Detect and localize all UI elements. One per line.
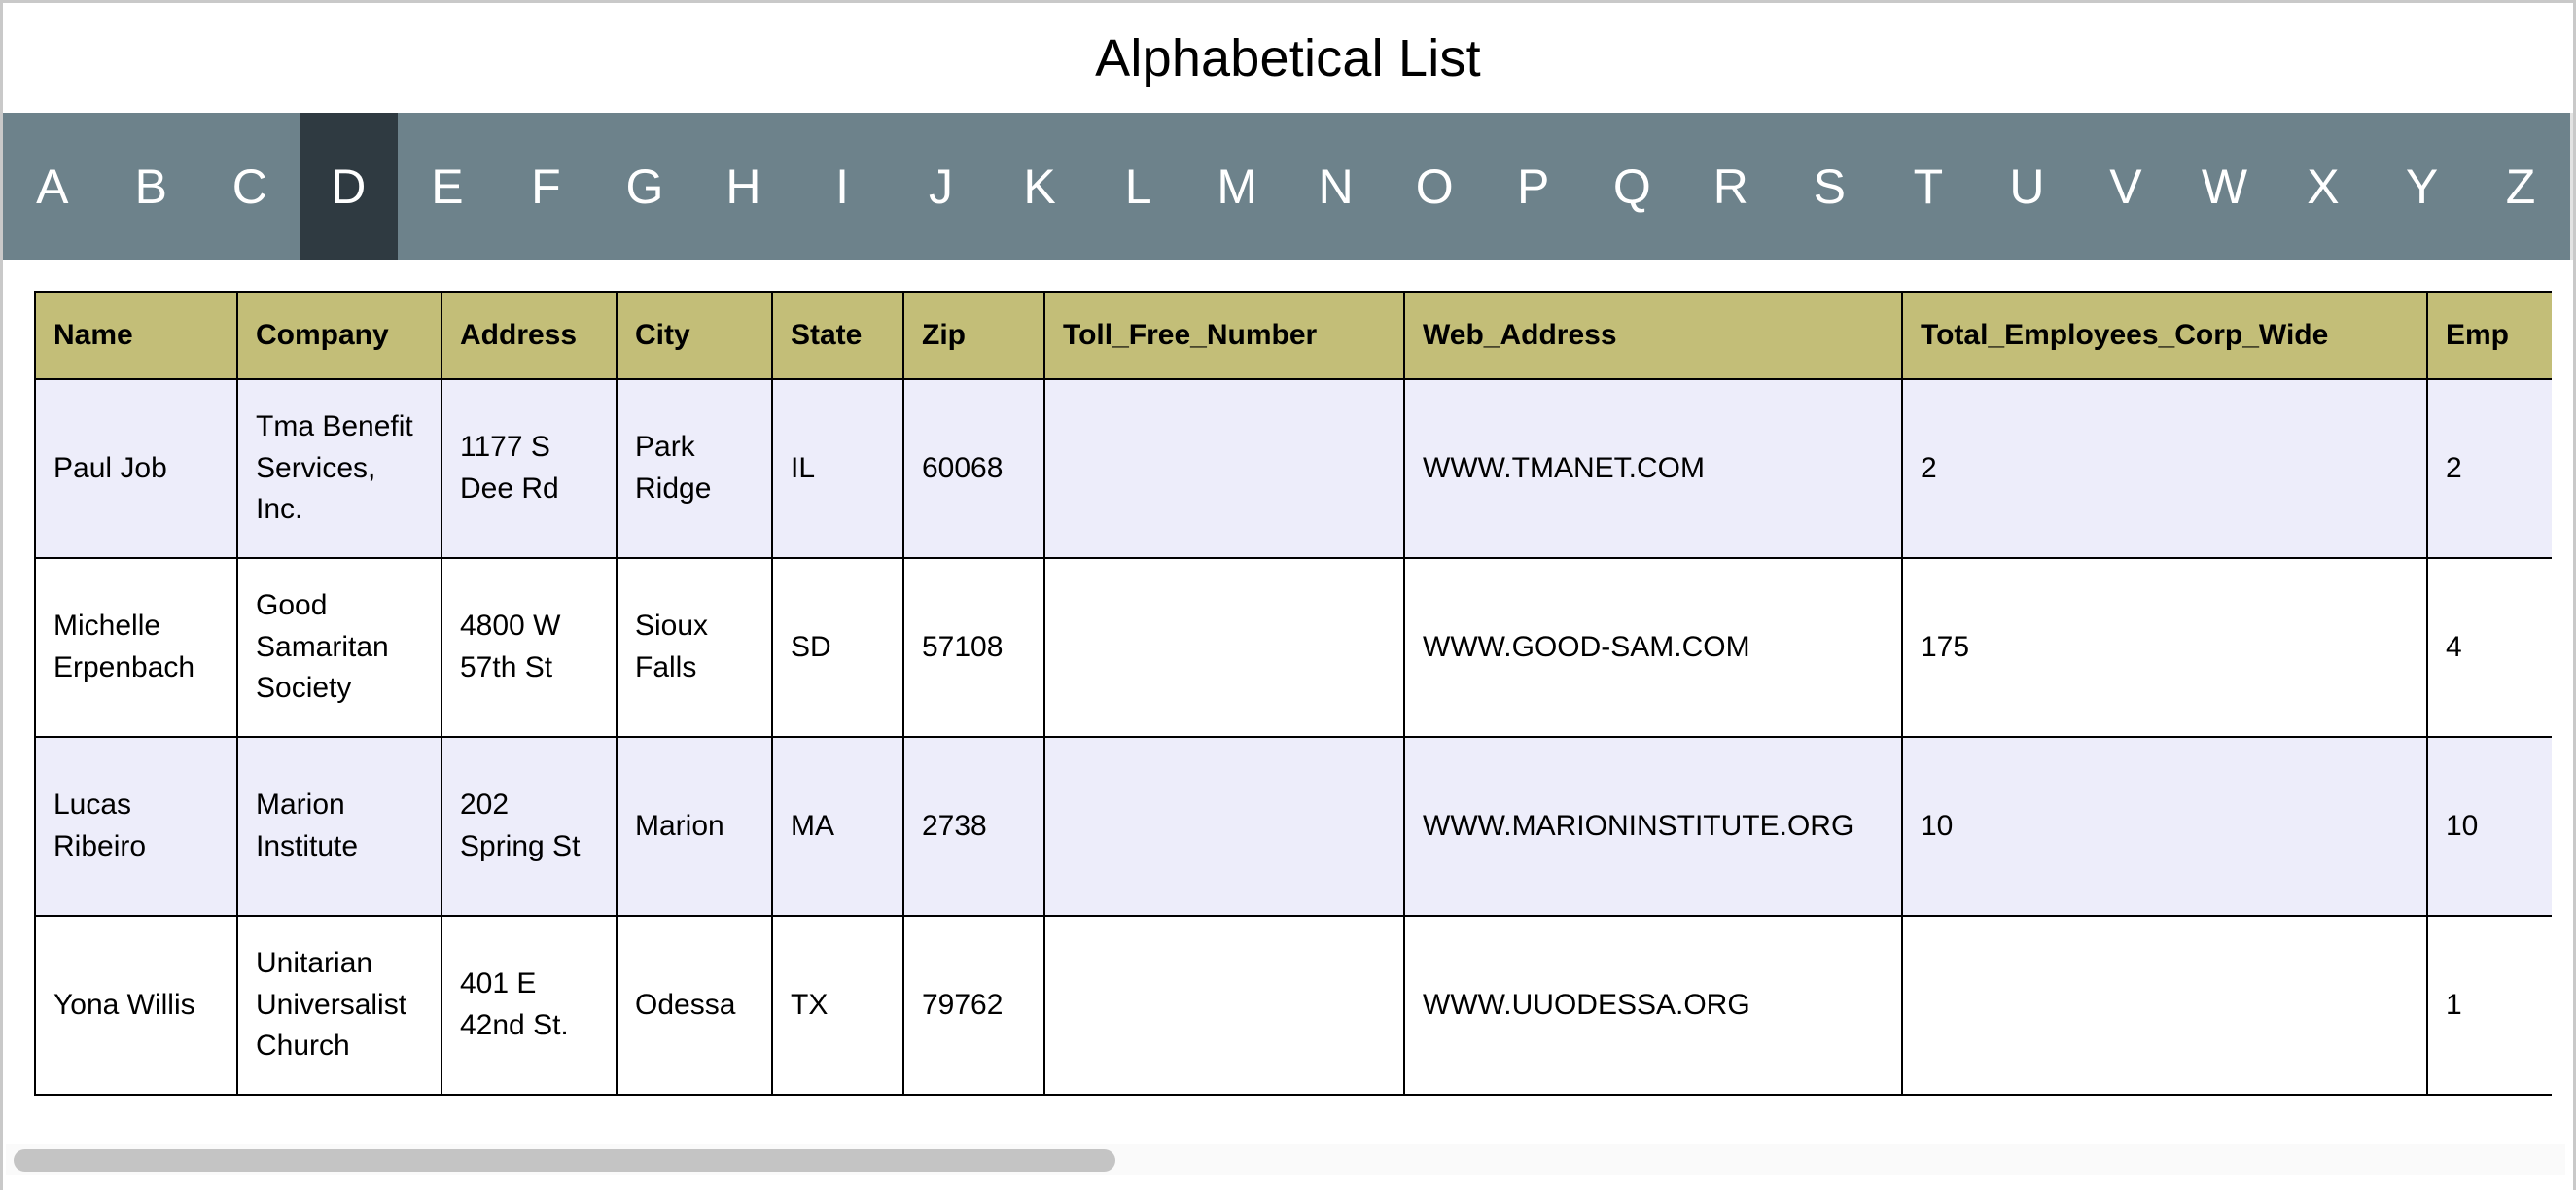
column-header-toll_free_number[interactable]: Toll_Free_Number: [1043, 291, 1405, 380]
alphabetical-list-page: Alphabetical List ABCDEFGHIJKLMNOPQRSTUV…: [0, 0, 2576, 1190]
column-header-total_employees_corp_wide[interactable]: Total_Employees_Corp_Wide: [1901, 291, 2428, 380]
cell-emp: 10: [2426, 736, 2552, 917]
cell-total-employees-corp-wide: [1901, 915, 2428, 1096]
alphabet-nav-item-e[interactable]: E: [398, 113, 497, 260]
column-header-emp[interactable]: Emp: [2426, 291, 2552, 380]
table-row[interactable]: Michelle Erpenbach Good Samaritan Society…: [34, 557, 2552, 738]
alphabet-nav-item-s[interactable]: S: [1781, 113, 1880, 260]
cell-toll-free-number: [1043, 378, 1405, 559]
cell-name: Yona Willis: [34, 915, 238, 1096]
scrollbar-track[interactable]: [6, 1147, 2565, 1172]
cell-name: Paul Job: [34, 378, 238, 559]
cell-zip: 60068: [902, 378, 1045, 559]
cell-address: 202 Spring St: [441, 736, 618, 917]
cell-web-address: WWW.GOOD-SAM.COM: [1403, 557, 1903, 738]
alphabet-nav-item-a[interactable]: A: [3, 113, 102, 260]
alphabet-nav-item-q[interactable]: Q: [1583, 113, 1682, 260]
cell-name: Lucas Ribeiro: [34, 736, 238, 917]
table-row[interactable]: Lucas Ribeiro Marion Institute 202 Spring …: [34, 736, 2552, 917]
alphabet-nav-item-u[interactable]: U: [1978, 113, 2077, 260]
alphabetical-list-table: Name Company Address City State Zip Toll_Free_…: [34, 291, 2552, 1096]
cell-total-employees-corp-wide: 2: [1901, 378, 2428, 559]
cell-state: SD: [771, 557, 904, 738]
cell-company: Unitarian Universalist Church: [236, 915, 442, 1096]
cell-city: Marion: [616, 736, 773, 917]
cell-zip: 2738: [902, 736, 1045, 917]
table-body: Paul Job Tma Benefit Services, Inc. 1177 S…: [34, 378, 2552, 1096]
alphabet-nav-item-k[interactable]: K: [990, 113, 1089, 260]
alphabet-nav-item-l[interactable]: L: [1089, 113, 1188, 260]
alphabet-nav[interactable]: ABCDEFGHIJKLMNOPQRSTUVWXYZ: [3, 113, 2573, 260]
table-row[interactable]: Yona Willis Unitarian Universalist Church…: [34, 915, 2552, 1096]
column-header-name[interactable]: Name: [34, 291, 238, 380]
table-scroll-region[interactable]: Name Company Address City State Zip Toll_Free_…: [34, 291, 2552, 1146]
alphabet-nav-item-i[interactable]: I: [793, 113, 892, 260]
column-header-state[interactable]: State: [771, 291, 904, 380]
alphabet-nav-item-d[interactable]: D: [299, 113, 399, 260]
cell-address: 401 E 42nd St.: [441, 915, 618, 1096]
cell-company: Good Samaritan Society: [236, 557, 442, 738]
page-title: Alphabetical List: [1095, 28, 1481, 88]
cell-state: MA: [771, 736, 904, 917]
table-header-row: Name Company Address City State Zip Toll_Free_…: [34, 291, 2552, 380]
table-header: Name Company Address City State Zip Toll_Free_…: [34, 291, 2552, 380]
cell-address: 4800 W 57th St: [441, 557, 618, 738]
alphabet-nav-item-t[interactable]: T: [1879, 113, 1978, 260]
alphabet-nav-item-x[interactable]: X: [2274, 113, 2373, 260]
cell-name: Michelle Erpenbach: [34, 557, 238, 738]
cell-state: IL: [771, 378, 904, 559]
column-header-web_address[interactable]: Web_Address: [1403, 291, 1903, 380]
horizontal-scrollbar[interactable]: [6, 1144, 2565, 1175]
cell-emp: 4: [2426, 557, 2552, 738]
cell-address: 1177 S Dee Rd: [441, 378, 618, 559]
alphabet-nav-item-c[interactable]: C: [200, 113, 300, 260]
alphabet-nav-item-j[interactable]: J: [892, 113, 991, 260]
alphabet-nav-item-f[interactable]: F: [497, 113, 596, 260]
cell-city: Odessa: [616, 915, 773, 1096]
cell-toll-free-number: [1043, 915, 1405, 1096]
cell-emp: 1: [2426, 915, 2552, 1096]
cell-total-employees-corp-wide: 10: [1901, 736, 2428, 917]
column-header-address[interactable]: Address: [441, 291, 618, 380]
column-header-company[interactable]: Company: [236, 291, 442, 380]
cell-city: Park Ridge: [616, 378, 773, 559]
alphabet-nav-item-g[interactable]: G: [595, 113, 694, 260]
alphabet-nav-item-r[interactable]: R: [1681, 113, 1781, 260]
scrollbar-thumb[interactable]: [14, 1149, 1115, 1172]
cell-zip: 79762: [902, 915, 1045, 1096]
cell-total-employees-corp-wide: 175: [1901, 557, 2428, 738]
alphabet-nav-item-o[interactable]: O: [1385, 113, 1484, 260]
cell-state: TX: [771, 915, 904, 1096]
cell-company: Marion Institute: [236, 736, 442, 917]
alphabet-nav-item-z[interactable]: Z: [2471, 113, 2570, 260]
cell-company: Tma Benefit Services, Inc.: [236, 378, 442, 559]
cell-toll-free-number: [1043, 557, 1405, 738]
column-header-zip[interactable]: Zip: [902, 291, 1045, 380]
cell-web-address: WWW.UUODESSA.ORG: [1403, 915, 1903, 1096]
cell-emp: 2: [2426, 378, 2552, 559]
cell-city: Sioux Falls: [616, 557, 773, 738]
alphabet-nav-item-v[interactable]: V: [2076, 113, 2175, 260]
alphabet-nav-item-h[interactable]: H: [694, 113, 794, 260]
cell-toll-free-number: [1043, 736, 1405, 917]
alphabet-nav-item-w[interactable]: W: [2175, 113, 2275, 260]
alphabet-nav-item-b[interactable]: B: [102, 113, 201, 260]
cell-web-address: WWW.MARIONINSTITUTE.ORG: [1403, 736, 1903, 917]
alphabet-nav-item-p[interactable]: P: [1484, 113, 1583, 260]
cell-web-address: WWW.TMANET.COM: [1403, 378, 1903, 559]
title-bar: Alphabetical List: [3, 3, 2573, 113]
alphabet-nav-item-n[interactable]: N: [1287, 113, 1386, 260]
cell-zip: 57108: [902, 557, 1045, 738]
alphabet-nav-item-y[interactable]: Y: [2373, 113, 2472, 260]
table-row[interactable]: Paul Job Tma Benefit Services, Inc. 1177 S…: [34, 378, 2552, 559]
alphabet-nav-item-m[interactable]: M: [1187, 113, 1287, 260]
column-header-city[interactable]: City: [616, 291, 773, 380]
